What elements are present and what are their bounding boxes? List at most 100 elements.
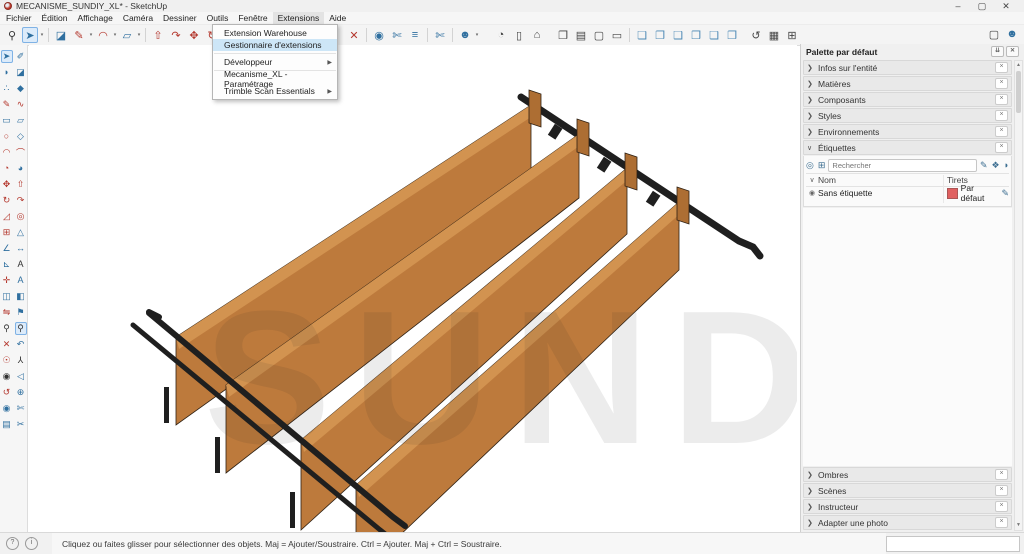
hide-similar-icon[interactable]: ✄ [432, 27, 448, 43]
tag-row[interactable]: ◉Sans étiquettePar défaut✎ [806, 187, 1009, 199]
export-layout-icon[interactable]: ⊞ [784, 27, 800, 43]
match-photo-icon[interactable]: ◁ [15, 370, 27, 383]
paint-bucket-icon[interactable]: ◗ [1, 66, 13, 79]
zoom-tool-icon[interactable]: ⚲ [4, 27, 20, 43]
home-icon[interactable]: ⌂ [529, 27, 545, 43]
section-close-icon[interactable]: × [995, 78, 1008, 89]
scroll-thumb[interactable] [1016, 71, 1021, 113]
pie-icon[interactable]: ◕ [15, 162, 27, 175]
rectangle-tool-icon[interactable]: ▱ [119, 27, 135, 43]
section-close-icon[interactable]: × [995, 142, 1008, 153]
filter-target-icon[interactable]: ◎ [806, 160, 814, 171]
two-point-arc-icon[interactable]: ⌒ [15, 146, 27, 159]
tag-color-swatch[interactable] [947, 188, 958, 199]
dock-panel-icon[interactable]: ⇊ [991, 46, 1004, 57]
group-edit-1-icon[interactable]: ❏ [634, 27, 650, 43]
group-edit-3-icon[interactable]: ❑ [670, 27, 686, 43]
section-close-icon[interactable]: × [995, 62, 1008, 73]
menu-outils[interactable]: Outils [202, 12, 234, 24]
select-tool-icon[interactable]: ➤ [22, 27, 38, 43]
close-button[interactable]: ✕ [994, 0, 1018, 12]
chevron-right-icon[interactable]: ❯ [807, 64, 818, 72]
section-close-icon[interactable]: × [995, 126, 1008, 137]
account-icon[interactable]: ☻ [1004, 26, 1020, 42]
views-stack-icon[interactable]: ≡ [407, 27, 423, 43]
section-ombres[interactable]: ❯Ombres× [803, 467, 1012, 482]
move-icon[interactable]: ✥ [1, 178, 13, 191]
scroll-up-icon[interactable]: ▲ [1015, 61, 1022, 70]
chevron-right-icon[interactable]: ❯ [807, 112, 818, 120]
menu-item-gestionnaire-d-extensions[interactable]: Gestionnaire d'extensions [213, 39, 337, 51]
freehand-icon[interactable]: ∿ [15, 98, 27, 111]
text-icon[interactable]: A [15, 258, 27, 271]
three-d-text-icon[interactable]: A [15, 274, 27, 287]
zoom-icon[interactable]: ⚲ [1, 322, 13, 335]
chevron-down-icon[interactable]: ∨ [807, 144, 818, 152]
arc-icon[interactable]: ◠ [1, 146, 13, 159]
rotated-rectangle-icon[interactable]: ▱ [15, 114, 27, 127]
user-account-icon[interactable]: ☻ [457, 27, 473, 43]
axes-icon[interactable]: ✛ [1, 274, 13, 287]
section-plane-icon[interactable]: ◫ [1, 290, 13, 303]
tag-label-icon[interactable]: ❖ [991, 160, 999, 171]
chevron-right-icon[interactable]: ❯ [807, 503, 818, 511]
zoom-extents-icon[interactable]: ✕ [1, 338, 13, 351]
section-instructeur[interactable]: ❯Instructeur× [803, 499, 1012, 514]
rectangle-icon[interactable]: ▭ [1, 114, 13, 127]
section-close-icon[interactable]: × [995, 517, 1008, 528]
chevron-right-icon[interactable]: ❯ [807, 487, 818, 495]
menu-aide[interactable]: Aide [324, 12, 351, 24]
lasso-icon[interactable]: ✐ [15, 50, 27, 63]
chevron-right-icon[interactable]: ❯ [807, 96, 818, 104]
section-close-icon[interactable]: × [995, 94, 1008, 105]
tags-column-name[interactable]: Nom [818, 175, 943, 185]
add-tag-folder-icon[interactable]: ⊞ [818, 160, 826, 171]
move-tool-icon[interactable]: ✥ [186, 27, 202, 43]
section-infos-sur-l-entit[interactable]: ❯Infos sur l'entité× [803, 60, 1012, 75]
minimize-button[interactable]: – [946, 0, 970, 12]
protractor-icon[interactable]: ⊾ [1, 258, 13, 271]
tags-search-input[interactable] [828, 159, 977, 172]
zoom-previous-icon[interactable]: ↶ [15, 338, 27, 351]
chevron-right-icon[interactable]: ❯ [807, 80, 818, 88]
close-panel-icon[interactable]: ✕ [1006, 46, 1019, 57]
credits-status-icon[interactable]: i [25, 537, 38, 550]
orbit-icon[interactable]: ↺ [1, 386, 13, 399]
maximize-button[interactable]: ▢ [970, 0, 994, 12]
tag-icon[interactable]: ◆ [15, 82, 27, 95]
group-edit-6-icon[interactable]: ❐ [724, 27, 740, 43]
visible-eye-icon[interactable]: ◉ [806, 189, 818, 197]
menu-item-extension-warehouse[interactable]: Extension Warehouse [213, 27, 337, 39]
section-cut-icon[interactable]: ✄ [15, 402, 27, 415]
pan-icon[interactable]: ⊕ [15, 386, 27, 399]
chevron-right-icon[interactable]: ❯ [807, 128, 818, 136]
section-close-icon[interactable]: × [995, 469, 1008, 480]
table-icon[interactable]: ▦ [766, 27, 782, 43]
outer-shell-icon[interactable]: △ [15, 226, 27, 239]
section-adapter-une-photo[interactable]: ❯Adapter une photo× [803, 515, 1012, 530]
watch-icon[interactable]: ◔ [493, 27, 509, 43]
user-account-caret-icon[interactable]: ▾ [474, 32, 480, 38]
section-environnements[interactable]: ❯Environnements× [803, 124, 1012, 139]
section-close-icon[interactable]: × [995, 485, 1008, 496]
scale-icon[interactable]: ◿ [1, 210, 13, 223]
group-edit-4-icon[interactable]: ❒ [688, 27, 704, 43]
rotate-icon[interactable]: ↻ [1, 194, 13, 207]
frame-icon[interactable]: ▭ [609, 27, 625, 43]
select-tool-caret-icon[interactable]: ▾ [39, 32, 45, 38]
tape-measure-icon[interactable]: ∠ [1, 242, 13, 255]
new-page-icon[interactable]: ▢ [591, 27, 607, 43]
menu-item-d-veloppeur[interactable]: Développeur▶ [213, 56, 337, 68]
notes-icon[interactable]: ▤ [573, 27, 589, 43]
zoom-model-icon[interactable]: ◉ [371, 27, 387, 43]
menu-cam-ra[interactable]: Caméra [118, 12, 158, 24]
zoom-window-icon[interactable]: ⚲ [15, 322, 27, 335]
model-viewport[interactable]: SUND [29, 45, 797, 533]
group-edit-5-icon[interactable]: ❏ [706, 27, 722, 43]
scroll-down-icon[interactable]: ▼ [1015, 521, 1022, 530]
eraser-icon[interactable]: ◪ [15, 66, 27, 79]
rectangle-tool-caret-icon[interactable]: ▾ [136, 32, 142, 38]
three-point-arc-icon[interactable]: ◔ [1, 162, 13, 175]
section-close-icon[interactable]: × [995, 501, 1008, 512]
line-icon[interactable]: ✎ [1, 98, 13, 111]
